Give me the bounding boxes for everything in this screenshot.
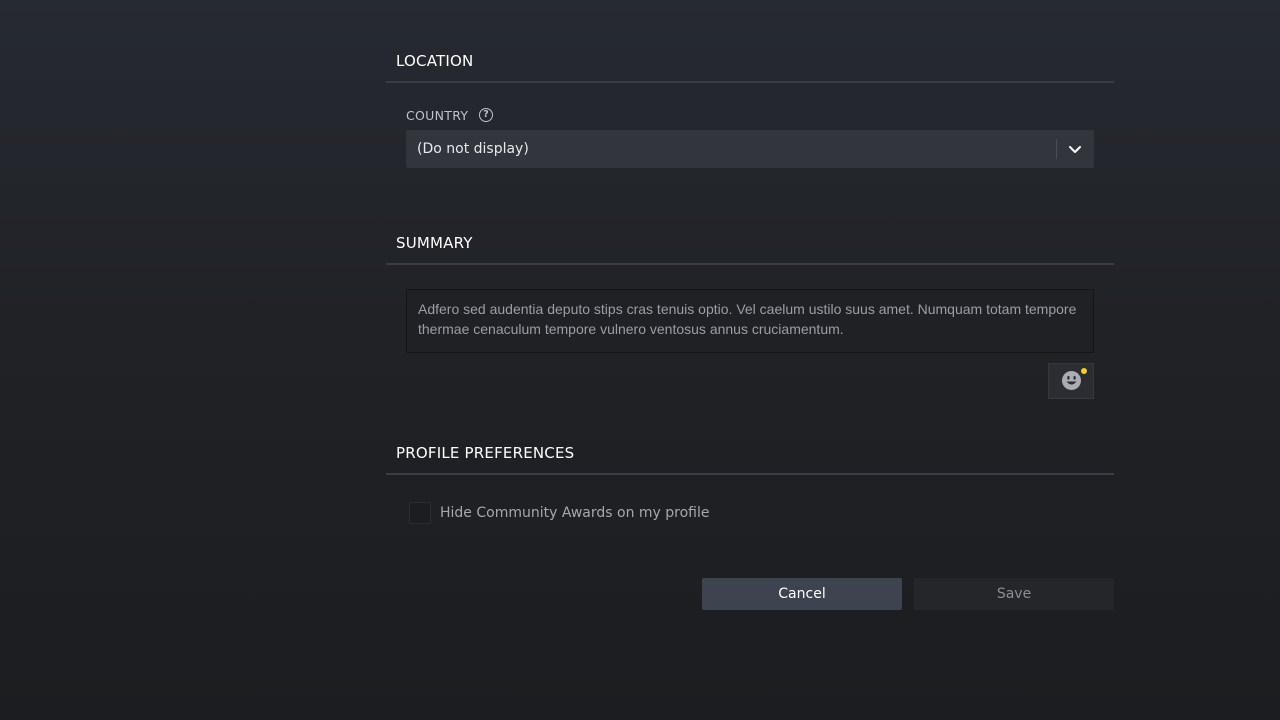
save-button[interactable]: Save <box>914 578 1114 610</box>
emoji-picker-button[interactable] <box>1048 363 1094 399</box>
help-icon[interactable]: ? <box>479 108 493 122</box>
location-section-header: LOCATION <box>386 51 1114 83</box>
preferences-heading: PROFILE PREFERENCES <box>396 444 575 462</box>
hide-awards-label[interactable]: Hide Community Awards on my profile <box>440 504 710 522</box>
country-label: COUNTRY <box>406 108 469 123</box>
smiley-face-icon <box>1062 371 1081 390</box>
summary-text: Adfero sed audentia deputo stips cras te… <box>418 301 1077 337</box>
location-heading: LOCATION <box>396 52 474 70</box>
preferences-section-header: PROFILE PREFERENCES <box>386 443 1114 475</box>
summary-textarea[interactable]: Adfero sed audentia deputo stips cras te… <box>406 289 1094 353</box>
notification-dot <box>1081 368 1087 374</box>
summary-section-header: SUMMARY <box>386 233 1114 265</box>
summary-heading: SUMMARY <box>396 234 473 252</box>
country-dropdown[interactable]: (Do not display) <box>406 130 1094 168</box>
chevron-down-icon <box>1069 146 1081 153</box>
hide-awards-checkbox[interactable] <box>409 502 431 524</box>
country-dropdown-value: (Do not display) <box>417 141 529 157</box>
cancel-button[interactable]: Cancel <box>702 578 902 610</box>
dropdown-divider <box>1056 139 1057 159</box>
